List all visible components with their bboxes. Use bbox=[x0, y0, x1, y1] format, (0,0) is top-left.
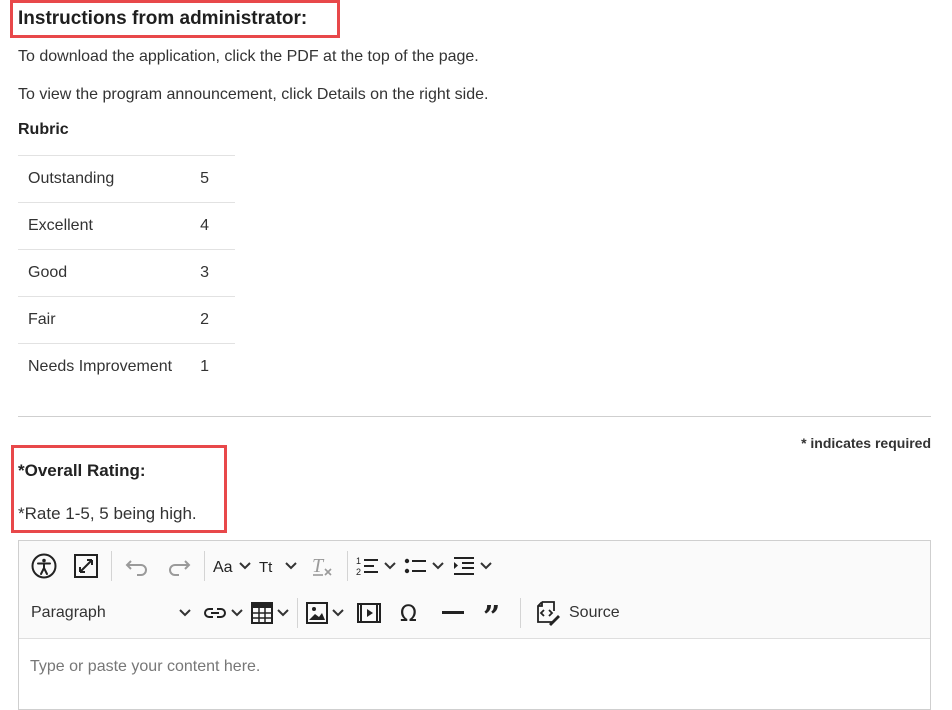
accessibility-icon[interactable] bbox=[27, 549, 61, 583]
image-icon bbox=[306, 602, 328, 624]
toolbar-separator bbox=[204, 551, 205, 581]
svg-text:T: T bbox=[312, 555, 325, 577]
image-dropdown[interactable] bbox=[306, 602, 344, 624]
table-row: Needs Improvement 1 bbox=[18, 343, 235, 390]
svg-text:”: ” bbox=[483, 603, 500, 623]
blockquote-icon[interactable]: ” bbox=[478, 596, 512, 630]
numbered-list-icon: 12 bbox=[356, 556, 378, 577]
editor-content-area[interactable]: Type or paste your content here. bbox=[19, 639, 930, 695]
link-icon bbox=[204, 608, 226, 618]
font-size-icon: Aa bbox=[213, 559, 233, 575]
source-button[interactable]: Source bbox=[535, 600, 620, 626]
rubric-label: Needs Improvement bbox=[18, 343, 195, 390]
instructions-line-download: To download the application, click the P… bbox=[18, 48, 479, 65]
svg-text:Aa: Aa bbox=[213, 559, 233, 575]
chevron-down-icon bbox=[277, 609, 289, 617]
source-button-label: Source bbox=[569, 604, 620, 621]
overall-rating-hint: *Rate 1-5, 5 being high. bbox=[18, 504, 197, 523]
table-icon bbox=[251, 602, 273, 624]
chevron-down-icon bbox=[179, 609, 191, 617]
toolbar-separator bbox=[347, 551, 348, 581]
rubric-table: Outstanding 5 Excellent 4 Good 3 Fair 2 … bbox=[18, 155, 235, 390]
required-note: * indicates required bbox=[801, 435, 931, 451]
toolbar-row-2: Paragraph Ω ” Source bbox=[19, 590, 620, 636]
bulleted-list-dropdown[interactable] bbox=[404, 555, 444, 577]
rubric-label: Good bbox=[18, 249, 195, 297]
rubric-value: 5 bbox=[194, 155, 235, 203]
text-style-icon: Tt bbox=[259, 559, 273, 575]
section-divider bbox=[18, 416, 931, 417]
table-row: Good 3 bbox=[18, 249, 235, 297]
toolbar-separator bbox=[297, 598, 298, 628]
indent-icon bbox=[454, 557, 474, 575]
table-row: Fair 2 bbox=[18, 296, 235, 344]
toolbar-row-1: Aa Tt T 12 bbox=[19, 543, 496, 589]
rich-text-editor: Aa Tt T 12 Paragraph Ω ” Source Type or … bbox=[18, 540, 931, 710]
toolbar-separator bbox=[520, 598, 521, 628]
redo-icon[interactable] bbox=[162, 549, 196, 583]
table-row: Outstanding 5 bbox=[18, 155, 235, 203]
svg-text:1: 1 bbox=[356, 556, 361, 566]
chevron-down-icon bbox=[332, 609, 344, 617]
rubric-label: Excellent bbox=[18, 202, 195, 250]
chevron-down-icon bbox=[231, 609, 243, 617]
rubric-value: 4 bbox=[194, 202, 235, 250]
rubric-value: 2 bbox=[194, 296, 235, 344]
paragraph-format-value: Paragraph bbox=[31, 604, 106, 621]
special-characters-icon[interactable]: Ω bbox=[394, 596, 428, 630]
svg-text:Ω: Ω bbox=[400, 602, 417, 624]
rubric-title: Rubric bbox=[18, 121, 69, 138]
instructions-heading: Instructions from administrator: bbox=[18, 8, 308, 29]
rubric-label: Fair bbox=[18, 296, 195, 344]
link-dropdown[interactable] bbox=[203, 605, 243, 621]
chevron-down-icon bbox=[285, 562, 297, 570]
fullscreen-icon[interactable] bbox=[69, 549, 103, 583]
media-embed-icon[interactable] bbox=[352, 596, 386, 630]
overall-rating-label: *Overall Rating: bbox=[18, 461, 146, 480]
rubric-value: 3 bbox=[194, 249, 235, 297]
instructions-line-details: To view the program announcement, click … bbox=[18, 86, 489, 103]
horizontal-line-icon[interactable] bbox=[436, 596, 470, 630]
rubric-value: 1 bbox=[194, 343, 235, 390]
chevron-down-icon bbox=[432, 562, 444, 570]
rubric-label: Outstanding bbox=[18, 155, 195, 203]
text-style-dropdown[interactable]: Tt bbox=[259, 557, 297, 575]
numbered-list-dropdown[interactable]: 12 bbox=[356, 555, 396, 577]
undo-icon[interactable] bbox=[120, 549, 154, 583]
chevron-down-icon bbox=[384, 562, 396, 570]
indent-dropdown[interactable] bbox=[452, 555, 492, 577]
svg-text:Tt: Tt bbox=[259, 559, 273, 575]
toolbar-separator bbox=[111, 551, 112, 581]
chevron-down-icon bbox=[239, 562, 251, 570]
font-size-dropdown[interactable]: Aa bbox=[213, 557, 251, 575]
paragraph-format-select[interactable]: Paragraph bbox=[31, 596, 191, 630]
source-code-icon bbox=[537, 601, 560, 626]
chevron-down-icon bbox=[480, 562, 492, 570]
editor-placeholder: Type or paste your content here. bbox=[30, 658, 261, 675]
svg-text:2: 2 bbox=[356, 567, 361, 577]
bulleted-list-icon bbox=[404, 558, 426, 574]
table-dropdown[interactable] bbox=[251, 602, 289, 624]
table-row: Excellent 4 bbox=[18, 202, 235, 250]
editor-toolbar: Aa Tt T 12 Paragraph Ω ” Source bbox=[19, 541, 930, 639]
remove-format-icon[interactable]: T bbox=[305, 549, 339, 583]
